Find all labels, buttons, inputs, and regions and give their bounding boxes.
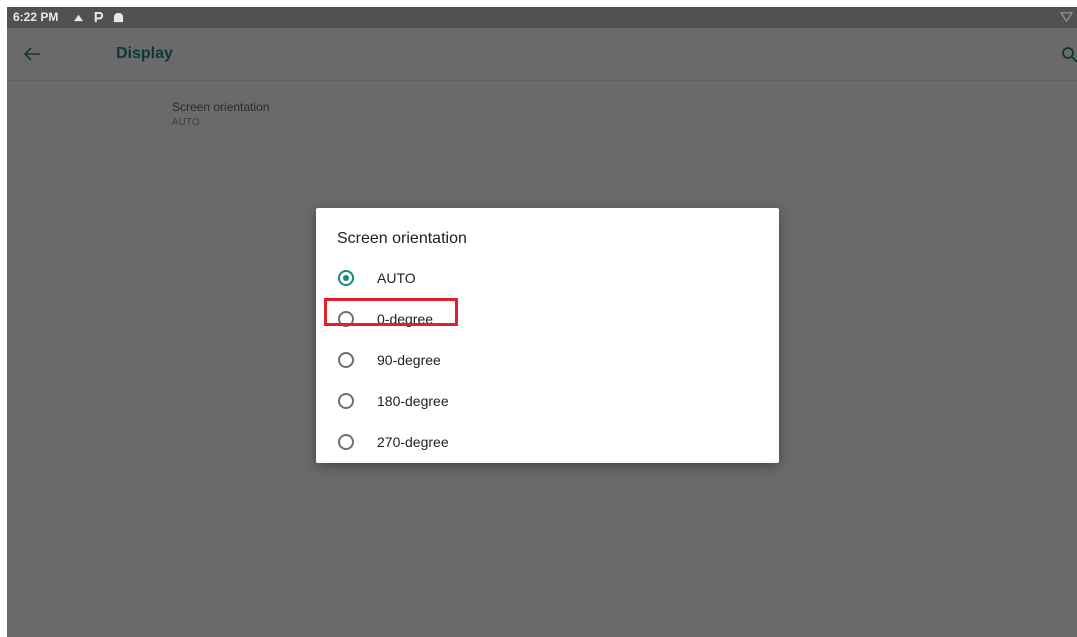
option-label: AUTO (377, 270, 416, 286)
search-icon[interactable] (1061, 46, 1077, 64)
orientation-dialog: Screen orientation AUTO 0-degree 90-degr… (316, 208, 779, 463)
option-90-degree[interactable]: 90-degree (326, 344, 626, 378)
preference-summary: AUTO (172, 117, 200, 128)
option-label: 270-degree (377, 434, 449, 450)
parking-app-icon (94, 11, 104, 22)
status-time: 6:22 PM (13, 10, 59, 24)
highlight-box (324, 298, 458, 326)
status-icons (73, 10, 124, 24)
radio-unchecked-icon[interactable] (338, 434, 354, 450)
page-title: Display (116, 45, 173, 62)
option-auto[interactable]: AUTO (326, 262, 626, 296)
radio-unchecked-icon[interactable] (338, 352, 354, 368)
option-180-degree[interactable]: 180-degree (326, 385, 626, 419)
android-icon (113, 12, 124, 22)
preference-screen-orientation[interactable]: Screen orientation AUTO (172, 100, 269, 128)
option-270-degree[interactable]: 270-degree (326, 426, 626, 460)
option-label: 90-degree (377, 352, 441, 368)
screen: 6:22 PM Display Screen orientation AUTO … (7, 7, 1077, 637)
back-arrow-icon[interactable] (21, 44, 43, 64)
option-label: 180-degree (377, 393, 449, 409)
status-bar: 6:22 PM (7, 7, 1077, 28)
preference-title: Screen orientation (172, 100, 270, 114)
dialog-title: Screen orientation (337, 230, 467, 247)
toolbar: Display (7, 28, 1077, 81)
radio-checked-icon[interactable] (338, 270, 354, 286)
wifi-icon (1060, 12, 1073, 23)
notification-icon (73, 14, 84, 21)
radio-unchecked-icon[interactable] (338, 393, 354, 409)
